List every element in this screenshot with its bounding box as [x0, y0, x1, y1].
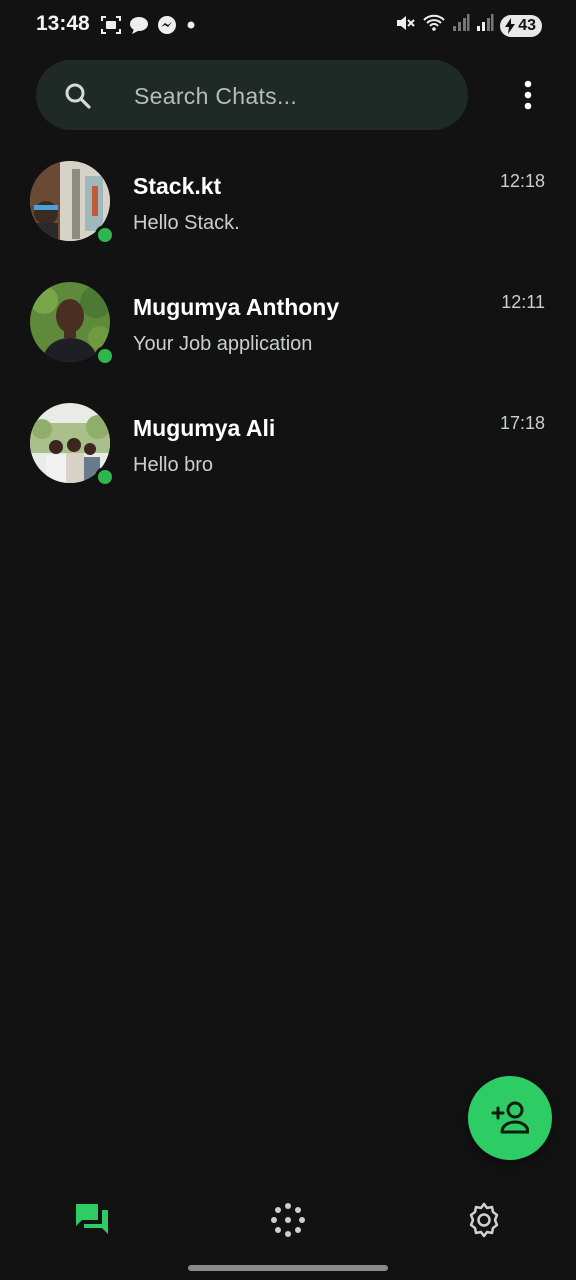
nav-tab-settings[interactable]: [464, 1200, 504, 1240]
screenshot-icon: [100, 14, 122, 41]
add-contact-button[interactable]: [468, 1076, 552, 1160]
signal-icon: [452, 12, 470, 39]
status-bar: 13:48 43: [0, 0, 576, 50]
chat-bubble-icon: [128, 14, 150, 41]
dot-icon: [184, 14, 198, 41]
search-bar[interactable]: [36, 60, 468, 130]
chat-last-message: Hello Stack.: [133, 212, 240, 234]
chat-timestamp: 17:18: [499, 413, 545, 433]
chat-timestamp: 12:11: [501, 292, 545, 312]
chat-item-mugumya-ali[interactable]: Mugumya Ali Hello bro 17:18: [0, 383, 576, 504]
online-status-dot: [95, 225, 115, 245]
avatar-container: [30, 161, 115, 245]
status-time: 13:48: [36, 12, 90, 35]
chat-name: Mugumya Anthony: [133, 294, 340, 320]
mute-icon: [394, 12, 416, 39]
wifi-icon: [422, 12, 446, 39]
home-indicator[interactable]: [188, 1265, 388, 1271]
more-options-button[interactable]: [512, 78, 544, 112]
battery-indicator: 43: [500, 14, 542, 37]
avatar-container: [30, 282, 115, 366]
chat-name: Mugumya Ali: [133, 415, 276, 441]
add-person-icon: [491, 1101, 529, 1134]
battery-level: 43: [518, 16, 536, 34]
status-icon: [271, 1203, 305, 1237]
chat-last-message: Hello bro: [133, 454, 214, 476]
avatar-container: [30, 403, 115, 487]
search-icon: [65, 83, 91, 109]
bottom-navigation: [0, 1190, 576, 1250]
chats-icon: [76, 1204, 108, 1234]
online-status-dot: [95, 346, 115, 366]
chat-last-message: Your Job application: [133, 333, 313, 355]
nav-tab-status[interactable]: [268, 1200, 308, 1240]
messenger-icon: [156, 14, 178, 41]
chat-item-mugumya-anthony[interactable]: Mugumya Anthony Your Job application 12:…: [0, 262, 576, 383]
nav-tab-chats[interactable]: [72, 1200, 112, 1240]
chat-timestamp: 12:18: [499, 171, 545, 191]
chat-list: Stack.kt Hello Stack. 12:18 Mugumya Anth…: [0, 141, 576, 504]
search-input[interactable]: [132, 77, 446, 115]
more-vert-icon: [524, 80, 532, 110]
status-system-icons: 43: [394, 12, 542, 39]
chat-name: Stack.kt: [133, 173, 222, 199]
chats-screen: 13:48 43 Search Chats... Stack.kt Hello …: [0, 0, 576, 1280]
charging-icon: [505, 17, 516, 34]
status-notification-icons: [100, 14, 198, 41]
settings-icon: [469, 1202, 499, 1238]
signal-icon-2: [476, 12, 494, 39]
chat-item-stack-kt[interactable]: Stack.kt Hello Stack. 12:18: [0, 141, 576, 262]
online-status-dot: [95, 467, 115, 487]
